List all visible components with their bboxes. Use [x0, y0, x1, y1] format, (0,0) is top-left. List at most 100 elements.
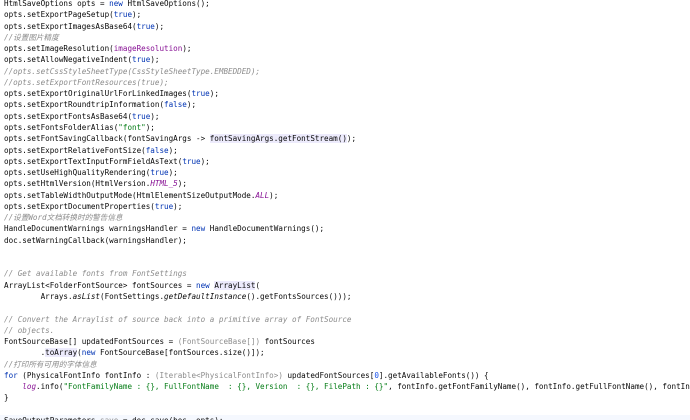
code-token: (Iterable<PhysicalFontInfo>): [154, 370, 283, 380]
code-line[interactable]: FontSourceBase[] updatedFontSources = (F…: [0, 336, 690, 347]
code-token: true: [136, 21, 155, 31]
code-line[interactable]: doc.setWarningCallback(warningsHandler);: [0, 235, 690, 246]
code-token: (: [255, 280, 261, 290]
code-token: "font": [118, 122, 146, 132]
code-token: true: [154, 201, 174, 211]
code-token: new: [196, 280, 210, 290]
code-token: //opts.setExportFontResources(true);: [4, 77, 169, 87]
code-line[interactable]: }: [0, 392, 690, 403]
code-token: (FontSourceBase[]): [177, 337, 261, 347]
code-token: HandleDocumentWarnings();: [205, 224, 325, 234]
code-token: true: [191, 89, 210, 99]
code-line[interactable]: // objects.: [0, 325, 690, 336]
code-line[interactable]: opts.setExportRelativeFontSize(false);: [0, 145, 690, 156]
code-token: );: [145, 122, 155, 132]
code-line[interactable]: opts.setImageResolution(imageResolution)…: [0, 43, 690, 54]
code-line[interactable]: opts.setExportRoundtripInformation(false…: [0, 99, 690, 110]
code-line[interactable]: .toArray(new FontSourceBase[fontSources.…: [0, 347, 690, 358]
code-token: imageResolution: [113, 44, 183, 54]
code-line[interactable]: //opts.setExportFontResources(true);: [0, 77, 690, 88]
code-line[interactable]: Arrays.asList(FontSettings.getDefaultIns…: [0, 291, 690, 302]
code-token: HandleDocumentWarnings warningsHandler =: [4, 224, 192, 234]
code-token: fontSources: [260, 337, 315, 347]
code-editor[interactable]: HtmlSaveOptions opts = new HtmlSaveOptio…: [0, 0, 690, 420]
code-token: opts.setExportRelativeFontSize(: [4, 145, 146, 155]
code-token: opts.setExportFontsAsBase64(: [4, 111, 133, 121]
code-line[interactable]: opts.setExportImagesAsBase64(true);: [0, 21, 690, 32]
code-token: opts.setUseHighQualityRendering(: [4, 168, 151, 178]
code-line[interactable]: opts.setUseHighQualityRendering(true);: [0, 167, 690, 178]
code-token: = doc.save(bos, opts);: [118, 416, 224, 420]
code-line[interactable]: opts.setExportDocumentProperties(true);: [0, 201, 690, 212]
code-token: //opts.setCssStyleSheetType(CssStyleShee…: [4, 66, 261, 76]
code-line[interactable]: log.info("FontFamilyName : {}, FullFontN…: [0, 381, 690, 392]
code-token: new: [81, 348, 96, 358]
code-token: HTML_5: [150, 179, 178, 189]
code-token: HtmlSaveOptions opts =: [4, 0, 110, 8]
code-line[interactable]: opts.setFontsFolderAlias("font");: [0, 122, 690, 133]
code-token: }: [4, 393, 9, 403]
code-token: , fontInfo.getFontFamilyName(), fontInfo…: [388, 382, 690, 392]
code-token: true: [132, 55, 151, 65]
code-line[interactable]: opts.setAllowNegativeIndent(true);: [0, 54, 690, 65]
code-line[interactable]: opts.setExportFontsAsBase64(true);: [0, 111, 690, 122]
code-line[interactable]: //设置图片精度: [0, 32, 690, 43]
code-token: true: [182, 156, 201, 166]
code-line[interactable]: //设置Word文档转换时的警告信息: [0, 212, 690, 223]
code-token: opts.setFontSavingCallback(fontSavingArg…: [4, 134, 210, 144]
code-token: );: [173, 201, 183, 211]
code-token: ALL: [255, 190, 270, 200]
code-token: opts.setExportRoundtripInformation(: [4, 100, 165, 110]
code-token: SaveOutputParameters: [4, 416, 100, 420]
code-line[interactable]: opts.setTableWidthOutputMode(HtmlElement…: [0, 190, 690, 201]
code-token: );: [200, 156, 210, 166]
code-line[interactable]: opts.setFontSavingCallback(fontSavingArg…: [0, 133, 690, 144]
code-line[interactable]: [0, 246, 690, 257]
code-line[interactable]: HtmlSaveOptions opts = new HtmlSaveOptio…: [0, 0, 690, 9]
code-token: asList: [72, 292, 101, 302]
code-line[interactable]: [0, 257, 690, 268]
code-line[interactable]: //opts.setCssStyleSheetType(CssStyleShee…: [0, 66, 690, 77]
code-line[interactable]: HandleDocumentWarnings warningsHandler =…: [0, 223, 690, 234]
code-token: opts.setImageResolution(: [4, 44, 114, 54]
code-line[interactable]: ArrayList<FolderFontSource> fontSources …: [0, 280, 690, 291]
code-token: Arrays.: [4, 292, 73, 302]
code-token: );: [177, 179, 187, 189]
code-token: //打印所有可用的字体信息: [4, 359, 97, 369]
code-token: );: [150, 111, 160, 121]
code-line[interactable]: opts.setExportPageSetup(true);: [0, 9, 690, 20]
code-token: FontSourceBase[] updatedFontSources =: [4, 337, 178, 347]
code-line[interactable]: opts.setExportOriginalUrlForLinkedImages…: [0, 88, 690, 99]
code-token: doc.setWarningCallback(warningsHandler);: [4, 235, 187, 245]
code-token: "FontFamilyName : {}, FullFontName : {},…: [63, 382, 389, 392]
code-line[interactable]: [0, 302, 690, 313]
code-line[interactable]: // Convert the Arraylist of source back …: [0, 314, 690, 325]
code-token: toArray: [45, 348, 78, 358]
code-token: getDefaultInstance: [164, 292, 247, 302]
code-token: );: [209, 89, 219, 99]
code-token: false: [145, 145, 169, 155]
code-token: opts.setTableWidthOutputMode(HtmlElement…: [4, 190, 256, 200]
code-token: for: [4, 370, 18, 380]
code-line[interactable]: opts.setHtmlVersion(HtmlVersion.HTML_5);: [0, 178, 690, 189]
code-token: HtmlSaveOptions();: [122, 0, 210, 8]
code-line[interactable]: SaveOutputParameters save = doc.save(bos…: [0, 414, 690, 420]
code-line[interactable]: [0, 404, 690, 415]
code-line[interactable]: for (PhysicalFontInfo fontInfo : (Iterab…: [0, 370, 690, 381]
code-token: (PhysicalFontInfo fontInfo :: [17, 370, 155, 380]
code-token: opts.setExportOriginalUrlForLinkedImages…: [4, 89, 192, 99]
code-token: );: [132, 10, 142, 20]
code-token: save: [100, 416, 118, 420]
code-token: opts.setHtmlVersion(HtmlVersion.: [4, 179, 151, 189]
code-token: ArrayList<FolderFontSource> fontSources …: [4, 280, 197, 290]
code-token: log: [22, 382, 37, 392]
code-token: true: [132, 111, 151, 121]
code-token: opts.setExportTextInputFormFieldAsText(: [4, 156, 183, 166]
code-token: opts.setFontsFolderAlias(: [4, 122, 119, 132]
code-token: (FontSettings.: [100, 292, 165, 302]
code-line[interactable]: // Get available fonts from FontSettings: [0, 268, 690, 279]
code-line[interactable]: //打印所有可用的字体信息: [0, 359, 690, 370]
code-token: //设置图片精度: [4, 32, 59, 42]
code-line[interactable]: opts.setExportTextInputFormFieldAsText(t…: [0, 156, 690, 167]
code-token: );: [186, 100, 197, 110]
